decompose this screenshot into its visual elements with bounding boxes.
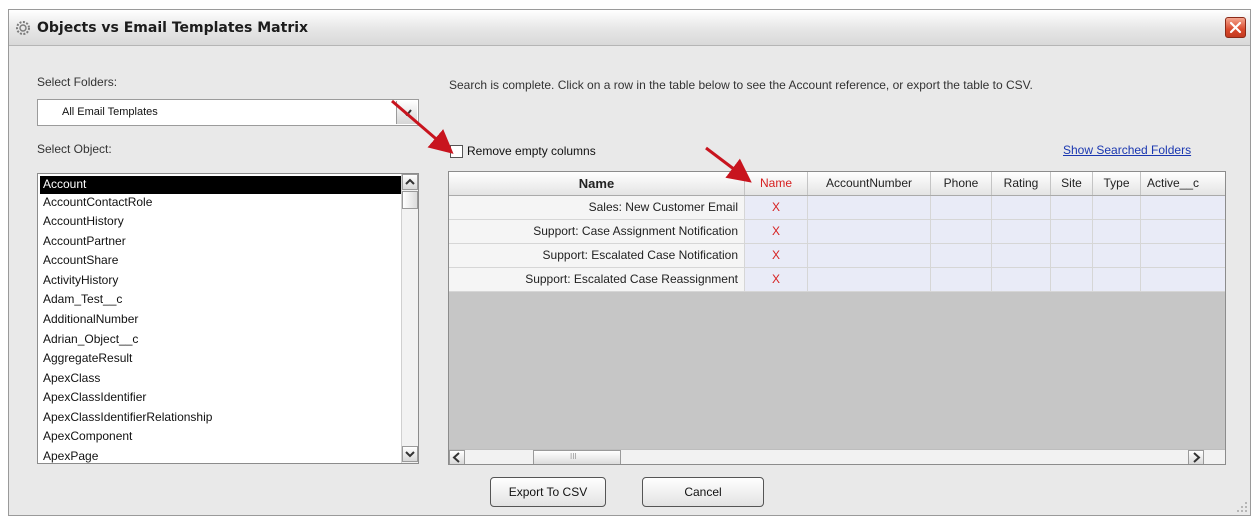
table-cell-name: Support: Escalated Case Reassignment bbox=[449, 268, 745, 292]
dropdown-arrow-icon bbox=[402, 109, 412, 116]
resize-grip-icon[interactable] bbox=[1236, 501, 1248, 513]
list-item[interactable]: ApexClassIdentifierRelationship bbox=[40, 409, 402, 427]
scroll-up-icon bbox=[405, 178, 415, 185]
column-header-rating[interactable]: Rating bbox=[992, 172, 1051, 195]
remove-empty-columns-label[interactable]: Remove empty columns bbox=[467, 144, 596, 158]
dialog-window: Objects vs Email Templates Matrix Select… bbox=[8, 9, 1251, 516]
table-cell bbox=[931, 268, 992, 292]
table-cell bbox=[992, 268, 1051, 292]
show-searched-folders-link[interactable]: Show Searched Folders bbox=[1063, 143, 1191, 157]
scroll-thumb[interactable] bbox=[402, 191, 418, 209]
list-item[interactable]: ApexPage bbox=[40, 448, 402, 463]
window-title: Objects vs Email Templates Matrix bbox=[37, 20, 309, 36]
table-cell bbox=[1051, 268, 1093, 292]
table-cell-name: Support: Escalated Case Notification bbox=[449, 244, 745, 268]
table-cell bbox=[1051, 220, 1093, 244]
gear-icon bbox=[15, 20, 31, 36]
table-cell bbox=[931, 220, 992, 244]
table-cell bbox=[808, 196, 931, 220]
table-cell bbox=[931, 196, 992, 220]
table-cell bbox=[1051, 196, 1093, 220]
cancel-button[interactable]: Cancel bbox=[642, 477, 764, 507]
list-item[interactable]: AccountShare bbox=[40, 252, 402, 270]
title-bar[interactable]: Objects vs Email Templates Matrix bbox=[9, 10, 1250, 46]
list-item[interactable]: ActivityHistory bbox=[40, 272, 402, 290]
list-item[interactable]: ApexComponent bbox=[40, 428, 402, 446]
list-item[interactable]: AccountPartner bbox=[40, 233, 402, 251]
table-cell bbox=[808, 244, 931, 268]
export-to-csv-button[interactable]: Export To CSV bbox=[490, 477, 606, 507]
select-folders-label: Select Folders: bbox=[37, 75, 118, 89]
results-table[interactable]: Name Name AccountNumber Phone Rating Sit… bbox=[448, 171, 1226, 465]
folder-dropdown-value: All Email Templates bbox=[62, 106, 158, 118]
list-item[interactable]: Adam_Test__c bbox=[40, 291, 402, 309]
table-cell bbox=[931, 244, 992, 268]
scroll-grip: III bbox=[570, 452, 577, 461]
table-cell bbox=[1141, 244, 1225, 268]
table-cell-mark: X bbox=[745, 268, 808, 292]
list-item[interactable]: ApexClass bbox=[40, 370, 402, 388]
scroll-right-icon bbox=[1193, 452, 1201, 463]
list-item-selected[interactable]: Account bbox=[40, 176, 402, 194]
scroll-down-button[interactable] bbox=[402, 446, 418, 462]
scroll-up-button[interactable] bbox=[402, 174, 418, 190]
table-cell bbox=[992, 196, 1051, 220]
column-header-site[interactable]: Site bbox=[1051, 172, 1093, 195]
column-header-type[interactable]: Type bbox=[1093, 172, 1141, 195]
list-item[interactable]: ApexClassIdentifier bbox=[40, 389, 402, 407]
table-horizontal-scrollbar[interactable]: III bbox=[449, 449, 1225, 464]
table-cell bbox=[1093, 268, 1141, 292]
scroll-left-button[interactable] bbox=[449, 450, 465, 464]
table-cell bbox=[1141, 268, 1225, 292]
table-cell bbox=[1141, 220, 1225, 244]
close-button[interactable] bbox=[1225, 17, 1246, 38]
column-header-phone[interactable]: Phone bbox=[931, 172, 992, 195]
scroll-right-button[interactable] bbox=[1188, 450, 1204, 464]
list-item[interactable]: AggregateResult bbox=[40, 350, 402, 368]
table-header: Name Name AccountNumber Phone Rating Sit… bbox=[449, 172, 1225, 196]
folder-dropdown[interactable]: All Email Templates bbox=[37, 99, 419, 126]
table-cell-mark: X bbox=[745, 220, 808, 244]
select-object-label: Select Object: bbox=[37, 142, 112, 156]
table-cell bbox=[808, 268, 931, 292]
scroll-down-icon bbox=[405, 451, 415, 458]
list-item[interactable]: AccountHistory bbox=[40, 213, 402, 231]
table-cell bbox=[1051, 244, 1093, 268]
list-item[interactable]: AccountContactRole bbox=[40, 194, 402, 212]
table-cell-name: Support: Case Assignment Notification bbox=[449, 220, 745, 244]
list-item[interactable]: AdditionalNumber bbox=[40, 311, 402, 329]
object-list[interactable]: Account AccountContactRole AccountHistor… bbox=[37, 173, 419, 464]
object-list-scrollbar[interactable] bbox=[401, 174, 418, 463]
column-header-name[interactable]: Name bbox=[745, 172, 808, 195]
table-cell-mark: X bbox=[745, 244, 808, 268]
table-cell bbox=[992, 244, 1051, 268]
dropdown-arrow-button[interactable] bbox=[396, 101, 417, 124]
table-cell bbox=[1141, 196, 1225, 220]
table-row[interactable]: Support: Escalated Case Notification X bbox=[449, 244, 1225, 268]
column-header-template-name[interactable]: Name bbox=[449, 172, 745, 195]
table-cell bbox=[1093, 244, 1141, 268]
table-row[interactable]: Support: Case Assignment Notification X bbox=[449, 220, 1225, 244]
table-cell bbox=[1093, 196, 1141, 220]
scroll-left-icon bbox=[452, 452, 460, 463]
remove-empty-columns-checkbox[interactable] bbox=[450, 145, 463, 158]
table-row[interactable]: Sales: New Customer Email X bbox=[449, 196, 1225, 220]
table-cell bbox=[808, 220, 931, 244]
table-cell bbox=[1093, 220, 1141, 244]
table-cell-mark: X bbox=[745, 196, 808, 220]
table-cell-name: Sales: New Customer Email bbox=[449, 196, 745, 220]
column-header-accountnumber[interactable]: AccountNumber bbox=[808, 172, 931, 195]
column-header-active[interactable]: Active__c bbox=[1141, 172, 1225, 195]
close-icon bbox=[1229, 21, 1242, 34]
scroll-thumb[interactable]: III bbox=[533, 450, 621, 464]
status-message: Search is complete. Click on a row in th… bbox=[449, 78, 1033, 92]
table-row[interactable]: Support: Escalated Case Reassignment X bbox=[449, 268, 1225, 292]
table-cell bbox=[992, 220, 1051, 244]
list-item[interactable]: Adrian_Object__c bbox=[40, 331, 402, 349]
